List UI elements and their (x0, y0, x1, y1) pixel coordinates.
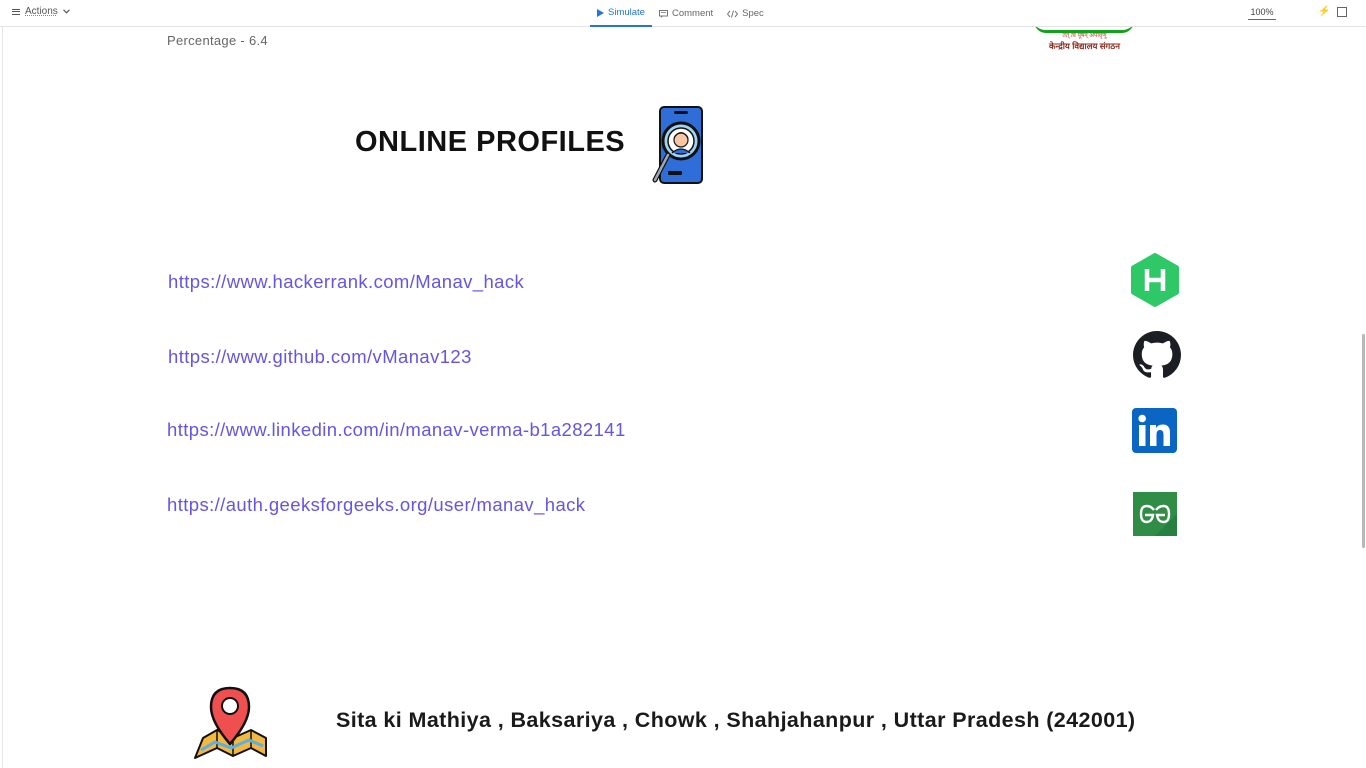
hackerrank-link[interactable]: https://www.hackerrank.com/Manav_hack (168, 271, 524, 293)
kvs-logo-name: केन्द्रीय विद्यालय संगठन (1049, 41, 1120, 51)
online-profiles-heading: ONLINE PROFILES (355, 126, 626, 158)
fullscreen-icon[interactable] (1337, 7, 1347, 17)
geeksforgeeks-link[interactable]: https://auth.geeksforgeeks.org/user/mana… (167, 494, 585, 516)
actions-menu-button[interactable]: Actions (12, 6, 70, 17)
chevron-down-icon (62, 9, 70, 14)
linkedin-icon[interactable] (1132, 408, 1177, 453)
top-toolbar: Actions Simulate Comment Spec 100% ⚡ (0, 0, 1366, 27)
tab-comment-label: Comment (671, 8, 714, 19)
mode-tabs: Simulate Comment Spec (590, 0, 771, 27)
code-icon (727, 9, 739, 18)
kvs-logo-motto: तत् त्वं पूषन् अपावृणु (1062, 33, 1107, 39)
scrollbar-thumb[interactable] (1362, 334, 1365, 548)
profile-search-icon (652, 106, 703, 184)
linkedin-link[interactable]: https://www.linkedin.com/in/manav-verma-… (167, 419, 626, 441)
tab-spec[interactable]: Spec (720, 0, 771, 27)
tab-simulate[interactable]: Simulate (590, 0, 652, 27)
zoom-input[interactable]: 100% (1248, 4, 1276, 20)
location-map-icon (194, 686, 267, 759)
hamburger-icon (12, 7, 20, 16)
tab-comment[interactable]: Comment (652, 0, 720, 27)
kvs-logo: तत् त्वं पूषन् अपावृणु केन्द्रीय विद्याल… (1032, 27, 1137, 55)
tab-simulate-label: Simulate (608, 7, 645, 18)
play-icon (597, 8, 604, 17)
tab-spec-label: Spec (742, 8, 764, 19)
github-icon[interactable] (1133, 331, 1181, 379)
geeksforgeeks-icon[interactable] (1133, 492, 1177, 536)
percentage-text: Percentage - 6.4 (167, 33, 268, 48)
canvas-border (2, 27, 3, 768)
bolt-icon[interactable]: ⚡ (1318, 6, 1330, 17)
hackerrank-icon[interactable] (1130, 253, 1180, 307)
address-text: Sita ki Mathiya , Baksariya , Chowk , Sh… (336, 708, 1136, 732)
github-link[interactable]: https://www.github.com/vManav123 (168, 346, 472, 368)
actions-label: Actions (25, 6, 58, 17)
comment-icon (658, 9, 668, 18)
